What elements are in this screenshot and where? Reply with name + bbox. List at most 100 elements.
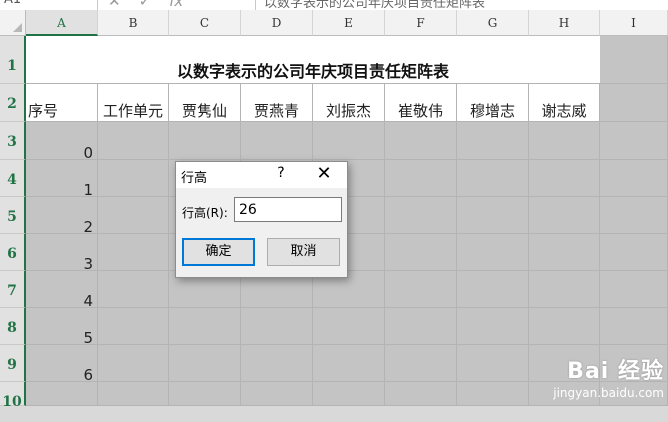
header-cell-person-1[interactable]: 贾隽仙 (169, 84, 241, 122)
help-icon[interactable]: ? (274, 165, 288, 181)
header-cell-index[interactable]: 序号 (26, 84, 98, 122)
grid-cell[interactable] (169, 345, 241, 382)
grid-cell[interactable] (241, 308, 313, 345)
close-icon[interactable]: ✕ (311, 163, 337, 185)
cell-i2[interactable] (600, 84, 668, 122)
column-header-a[interactable]: A (26, 10, 98, 36)
grid-cell[interactable] (600, 308, 668, 345)
grid-cell[interactable] (600, 160, 668, 197)
grid-cell[interactable] (529, 271, 600, 308)
grid-cell[interactable] (385, 197, 457, 234)
grid-cell[interactable] (385, 234, 457, 271)
row-header-6[interactable]: 6 (0, 234, 26, 271)
grid-cell[interactable] (169, 308, 241, 345)
index-cell[interactable]: 5 (26, 308, 98, 345)
column-header-c[interactable]: C (169, 10, 241, 36)
grid-cell[interactable] (385, 382, 457, 406)
grid-cell[interactable] (457, 234, 529, 271)
formula-input[interactable]: 以数字表示的公司年庆项目责任矩阵表 (255, 0, 668, 10)
ok-button[interactable]: 确定 (182, 238, 255, 266)
grid-cell[interactable] (600, 271, 668, 308)
grid-cell[interactable] (600, 234, 668, 271)
grid-cell[interactable] (600, 122, 668, 160)
grid-cell[interactable] (241, 122, 313, 160)
grid-cell[interactable] (529, 197, 600, 234)
grid-cell[interactable] (241, 382, 313, 406)
cancel-button[interactable]: 取消 (267, 238, 340, 266)
column-header-d[interactable]: D (241, 10, 313, 36)
grid-cell[interactable] (457, 382, 529, 406)
column-header-g[interactable]: G (457, 10, 529, 36)
index-cell[interactable]: 3 (26, 234, 98, 271)
grid-cell[interactable] (98, 271, 169, 308)
grid-cell[interactable] (600, 197, 668, 234)
row-header-8[interactable]: 8 (0, 308, 26, 345)
header-cell-person-6[interactable]: 谢志威 (529, 84, 600, 122)
column-header-f[interactable]: F (385, 10, 457, 36)
grid-cell[interactable] (385, 160, 457, 197)
grid-cell[interactable] (457, 271, 529, 308)
row-header-3[interactable]: 3 (0, 122, 26, 160)
formula-buttons: ✕ ✓ fx (108, 0, 201, 10)
cancel-icon[interactable]: ✕ (108, 0, 121, 10)
grid-cell[interactable] (529, 122, 600, 160)
index-cell[interactable]: 0 (26, 122, 98, 160)
column-header-i[interactable]: I (600, 10, 668, 36)
row-header-4[interactable]: 4 (0, 160, 26, 197)
grid-cell[interactable] (313, 122, 385, 160)
grid-cell[interactable] (98, 122, 169, 160)
grid-cell[interactable] (457, 345, 529, 382)
row-header-2[interactable]: 2 (0, 84, 26, 122)
grid-cell[interactable] (98, 308, 169, 345)
column-header-h[interactable]: H (529, 10, 600, 36)
row-height-dialog: 行高 ? ✕ 行高(R): 确定 取消 (175, 161, 348, 278)
header-cell-work-unit[interactable]: 工作单元 (98, 84, 169, 122)
grid-cell[interactable] (169, 382, 241, 406)
grid-cell[interactable] (98, 197, 169, 234)
grid-cell[interactable] (385, 122, 457, 160)
row-header-7[interactable]: 7 (0, 271, 26, 308)
select-all-corner[interactable] (0, 10, 26, 36)
index-cell[interactable]: 2 (26, 197, 98, 234)
header-cell-person-4[interactable]: 崔敬伟 (385, 84, 457, 122)
grid-cell[interactable] (241, 345, 313, 382)
row-header-5[interactable]: 5 (0, 197, 26, 234)
grid-cell[interactable] (457, 197, 529, 234)
grid-cell[interactable] (98, 234, 169, 271)
row-header-9[interactable]: 9 (0, 345, 26, 382)
index-cell[interactable]: 1 (26, 160, 98, 197)
grid-cell[interactable] (457, 308, 529, 345)
header-cell-person-3[interactable]: 刘振杰 (313, 84, 385, 122)
enter-icon[interactable]: ✓ (139, 0, 152, 10)
column-header-e[interactable]: E (313, 10, 385, 36)
sheet-title-cell[interactable]: 以数字表示的公司年庆项目责任矩阵表 (26, 36, 600, 84)
grid-cell[interactable] (385, 308, 457, 345)
grid-cell[interactable] (385, 271, 457, 308)
index-cell[interactable]: 7 (26, 382, 98, 406)
grid-cell[interactable] (529, 308, 600, 345)
grid-cell[interactable] (98, 382, 169, 406)
grid-cell[interactable] (98, 160, 169, 197)
grid-cell[interactable] (98, 345, 169, 382)
grid-cell[interactable] (169, 122, 241, 160)
column-header-b[interactable]: B (98, 10, 169, 36)
watermark-brand: Bai 经验 (567, 359, 664, 384)
header-cell-person-5[interactable]: 穆增志 (457, 84, 529, 122)
row-height-input[interactable] (234, 197, 342, 222)
grid-cell[interactable] (313, 345, 385, 382)
grid-cell[interactable] (457, 160, 529, 197)
header-cell-person-2[interactable]: 贾燕青 (241, 84, 313, 122)
grid-cell[interactable] (313, 308, 385, 345)
row-header-1[interactable]: 1 (0, 36, 26, 84)
row-header-10[interactable]: 10 (0, 382, 26, 410)
cell-i1[interactable] (600, 36, 668, 84)
index-cell[interactable]: 4 (26, 271, 98, 308)
function-icon[interactable]: fx (169, 0, 183, 10)
name-box[interactable]: A1 (0, 0, 98, 10)
grid-cell[interactable] (385, 345, 457, 382)
grid-cell[interactable] (457, 122, 529, 160)
grid-cell[interactable] (529, 234, 600, 271)
index-cell[interactable]: 6 (26, 345, 98, 382)
grid-cell[interactable] (313, 382, 385, 406)
grid-cell[interactable] (529, 160, 600, 197)
